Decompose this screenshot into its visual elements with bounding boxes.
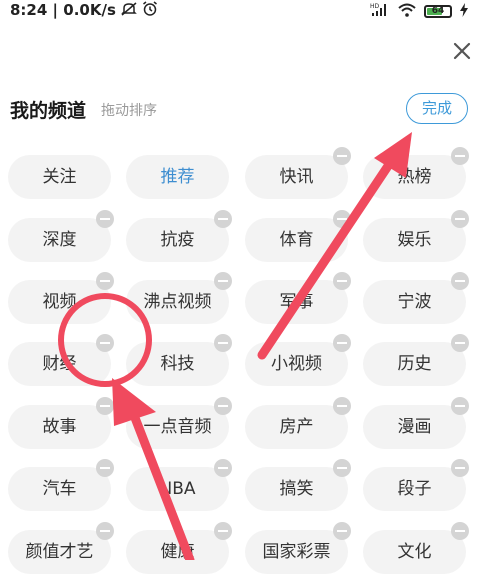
channel-chip[interactable]: 文化 (363, 530, 466, 574)
channel-label: 抗疫 (160, 230, 195, 250)
channel-chip[interactable]: 深度 (8, 218, 111, 262)
channel-label: 热榜 (397, 167, 432, 187)
channel-chip[interactable]: 抗疫 (126, 218, 229, 262)
channel-label: 科技 (160, 354, 195, 374)
channel-chip[interactable]: 科技 (126, 342, 229, 386)
channel-label: 视频 (42, 292, 77, 312)
remove-channel-icon[interactable] (214, 210, 232, 228)
remove-channel-icon[interactable] (451, 397, 469, 415)
channel-label: 关注 (42, 167, 77, 187)
channel-chip[interactable]: 段子 (363, 467, 466, 511)
channel-label: 颜值才艺 (25, 542, 94, 562)
remove-channel-icon[interactable] (333, 522, 351, 540)
channel-label: 国家彩票 (262, 542, 331, 562)
channel-label: 宁波 (397, 292, 432, 312)
channel-chip[interactable]: 体育 (245, 218, 348, 262)
remove-channel-icon[interactable] (333, 272, 351, 290)
channel-label: 财经 (42, 354, 77, 374)
channel-chip[interactable]: 小视频 (245, 342, 348, 386)
channel-chip[interactable]: 视频 (8, 280, 111, 324)
channel-label: 一点音频 (143, 417, 212, 437)
channel-chip[interactable]: 历史 (363, 342, 466, 386)
channel-chip[interactable]: 颜值才艺 (8, 530, 111, 574)
remove-channel-icon[interactable] (451, 210, 469, 228)
channel-label: 汽车 (42, 479, 77, 499)
remove-channel-icon[interactable] (451, 522, 469, 540)
channel-chip[interactable]: NBA (126, 467, 229, 511)
channel-chip[interactable]: 财经 (8, 342, 111, 386)
remove-channel-icon[interactable] (333, 334, 351, 352)
channel-label: 娱乐 (397, 230, 432, 250)
channel-chip[interactable]: 娱乐 (363, 218, 466, 262)
channel-chip[interactable]: 故事 (8, 405, 111, 449)
remove-channel-icon[interactable] (451, 272, 469, 290)
channel-chip[interactable]: 推荐 (126, 155, 229, 199)
remove-channel-icon[interactable] (451, 334, 469, 352)
remove-channel-icon[interactable] (333, 397, 351, 415)
channel-chip[interactable]: 搞笑 (245, 467, 348, 511)
remove-channel-icon[interactable] (333, 147, 351, 165)
channel-chip[interactable]: 健康 (126, 530, 229, 574)
remove-channel-icon[interactable] (214, 334, 232, 352)
channel-label: 历史 (397, 354, 432, 374)
remove-channel-icon[interactable] (333, 210, 351, 228)
channel-label: NBA (159, 479, 196, 499)
remove-channel-icon[interactable] (214, 459, 232, 477)
channel-chip[interactable]: 一点音频 (126, 405, 229, 449)
remove-channel-icon[interactable] (96, 397, 114, 415)
channel-label: 深度 (42, 230, 77, 250)
channel-chip[interactable]: 军事 (245, 280, 348, 324)
remove-channel-icon[interactable] (214, 522, 232, 540)
channel-label: 推荐 (160, 167, 195, 187)
channel-chip[interactable]: 沸点视频 (126, 280, 229, 324)
channel-chip[interactable]: 关注 (8, 155, 111, 199)
channel-chip[interactable]: 漫画 (363, 405, 466, 449)
remove-channel-icon[interactable] (451, 459, 469, 477)
channel-label: 健康 (160, 542, 195, 562)
remove-channel-icon[interactable] (96, 522, 114, 540)
channel-chip[interactable]: 热榜 (363, 155, 466, 199)
channel-label: 军事 (279, 292, 314, 312)
channel-label: 房产 (279, 417, 314, 437)
remove-channel-icon[interactable] (96, 272, 114, 290)
channel-label: 段子 (397, 479, 432, 499)
channel-label: 文化 (397, 542, 432, 562)
channel-chip[interactable]: 宁波 (363, 280, 466, 324)
channel-chip[interactable]: 汽车 (8, 467, 111, 511)
channel-label: 沸点视频 (143, 292, 212, 312)
channel-chip[interactable]: 快讯 (245, 155, 348, 199)
remove-channel-icon[interactable] (451, 147, 469, 165)
remove-channel-icon[interactable] (96, 210, 114, 228)
remove-channel-icon[interactable] (96, 334, 114, 352)
channel-label: 搞笑 (279, 479, 314, 499)
channel-chip[interactable]: 国家彩票 (245, 530, 348, 574)
remove-channel-icon[interactable] (214, 272, 232, 290)
channel-label: 小视频 (271, 354, 322, 374)
channel-label: 体育 (279, 230, 314, 250)
channel-label: 漫画 (397, 417, 432, 437)
channel-label: 快讯 (279, 167, 314, 187)
channel-grid: 关注 推荐 快讯 热榜深度 抗疫 体育 娱乐视频 沸点视频 军事 宁波财经 科技 小视频 历史故事 一点音… (0, 0, 482, 574)
remove-channel-icon[interactable] (96, 459, 114, 477)
remove-channel-icon[interactable] (214, 397, 232, 415)
channel-chip[interactable]: 房产 (245, 405, 348, 449)
channel-label: 故事 (42, 417, 77, 437)
remove-channel-icon[interactable] (333, 459, 351, 477)
